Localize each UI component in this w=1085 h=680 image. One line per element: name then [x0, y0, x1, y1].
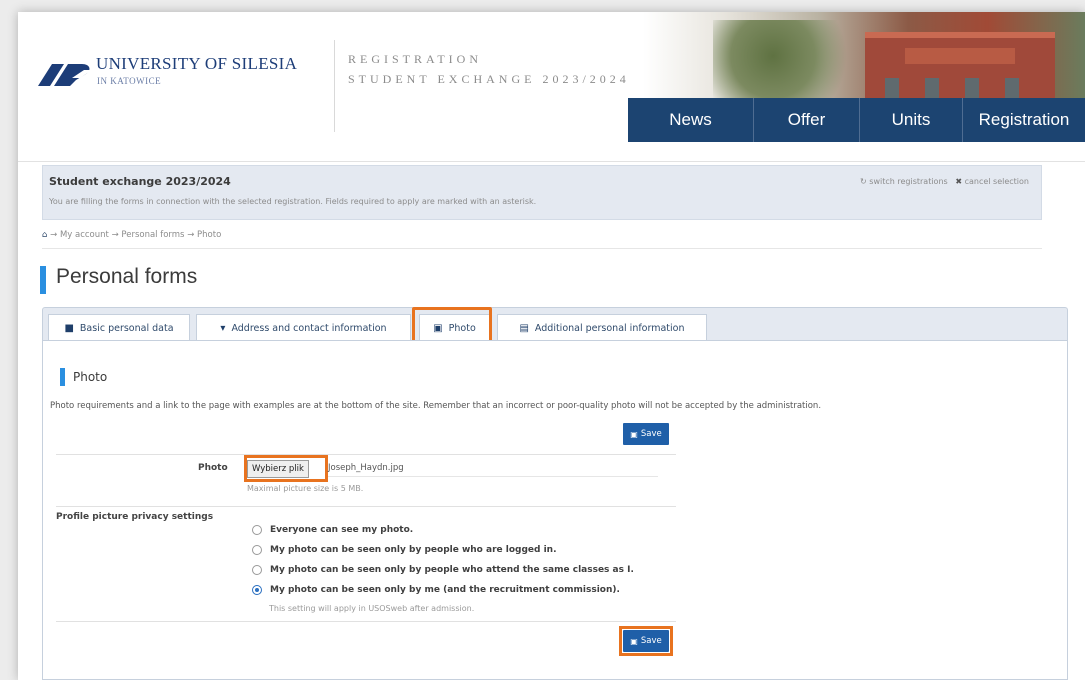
privacy-option-label: My photo can be seen only by people who …: [270, 565, 634, 575]
switch-registrations-link[interactable]: switch registrations: [869, 177, 947, 186]
selected-file-name: Joseph_Haydn.jpg: [328, 463, 404, 473]
privacy-option-label: My photo can be seen only by me (and the…: [270, 585, 620, 595]
photo-size-hint: Maximal picture size is 5 MB.: [247, 484, 364, 493]
breadcrumb-divider: [42, 248, 1042, 249]
breadcrumb-my-account[interactable]: My account: [60, 230, 109, 240]
privacy-option-label: My photo can be seen only by people who …: [270, 545, 557, 555]
main-nav: News Offer Units Registration: [628, 98, 1085, 142]
breadcrumb-personal-forms[interactable]: Personal forms: [121, 230, 184, 240]
close-icon[interactable]: ✖: [955, 177, 962, 186]
choose-file-button[interactable]: Wybierz plik: [247, 460, 309, 478]
university-name: UNIVERSITY OF SILESIA: [96, 54, 298, 73]
registration-subtitle: STUDENT EXCHANGE 2023/2024: [348, 72, 630, 86]
privacy-option-same-classes[interactable]: My photo can be seen only by people who …: [252, 565, 634, 575]
header-banner-image: [643, 12, 1085, 110]
floppy-disk-icon: ▣: [630, 636, 638, 646]
row-divider: [56, 621, 676, 622]
privacy-option-logged-in[interactable]: My photo can be seen only by people who …: [252, 545, 556, 555]
tab-bar: ■ Basic personal data ▾ Address and cont…: [42, 307, 1068, 341]
university-logo[interactable]: [34, 56, 98, 92]
registration-description: You are filling the forms in connection …: [49, 197, 537, 206]
tab-label: Photo: [448, 322, 476, 334]
tab-label: Basic personal data: [79, 322, 174, 334]
home-icon[interactable]: ⌂: [42, 230, 47, 240]
row-divider: [56, 454, 676, 455]
registration-actions: ↻ switch registrations ✖ cancel selectio…: [860, 177, 1029, 186]
nav-news[interactable]: News: [628, 98, 754, 142]
registration-name: Student exchange 2023/2024: [49, 175, 231, 188]
save-label: Save: [640, 429, 662, 439]
registration-info-box: Student exchange 2023/2024 You are filli…: [42, 165, 1042, 220]
photo-field-label: Photo: [198, 463, 228, 473]
tab-additional-personal-information[interactable]: ▤ Additional personal information: [497, 314, 707, 341]
radio-button[interactable]: [252, 565, 262, 575]
site-header: UNIVERSITY OF SILESIA IN KATOWICE REGIST…: [18, 12, 1085, 162]
breadcrumb-photo: Photo: [197, 230, 222, 240]
tab-address-contact[interactable]: ▾ Address and contact information: [196, 314, 411, 341]
floppy-disk-icon: ▣: [630, 429, 638, 439]
save-label: Save: [640, 636, 662, 646]
save-button-top[interactable]: ▣ Save: [623, 423, 669, 445]
tab-label: Address and contact information: [231, 322, 387, 334]
tab-label: Additional personal information: [534, 322, 685, 334]
form-panel: [42, 340, 1068, 680]
privacy-settings-label: Profile picture privacy settings: [56, 512, 214, 522]
page-title-accent: [40, 266, 46, 294]
header-divider: [334, 40, 335, 132]
cancel-selection-link[interactable]: cancel selection: [965, 177, 1029, 186]
camera-icon: ▣: [433, 322, 443, 334]
breadcrumb: ⌂ → My account → Personal forms → Photo: [42, 230, 222, 240]
privacy-option-only-me[interactable]: My photo can be seen only by me (and the…: [252, 585, 620, 595]
id-card-icon: ▤: [519, 322, 529, 334]
user-icon: ■: [64, 322, 74, 334]
privacy-option-everyone[interactable]: Everyone can see my photo.: [252, 525, 413, 535]
nav-registration[interactable]: Registration: [963, 98, 1085, 142]
section-title: Photo: [73, 370, 108, 384]
page-title: Personal forms: [56, 265, 198, 288]
privacy-option-label: Everyone can see my photo.: [270, 525, 414, 535]
section-title-accent: [60, 368, 65, 386]
row-divider: [56, 506, 676, 507]
radio-button[interactable]: [252, 545, 262, 555]
nav-units[interactable]: Units: [860, 98, 963, 142]
refresh-icon[interactable]: ↻: [860, 177, 867, 186]
registration-title: REGISTRATION: [348, 52, 482, 66]
map-marker-icon: ▾: [220, 322, 226, 334]
file-field-underline: [328, 476, 658, 477]
browser-page: UNIVERSITY OF SILESIA IN KATOWICE REGIST…: [18, 12, 1085, 680]
radio-button-selected[interactable]: [252, 585, 262, 595]
radio-button[interactable]: [252, 525, 262, 535]
nav-offer[interactable]: Offer: [754, 98, 860, 142]
section-description: Photo requirements and a link to the pag…: [50, 401, 822, 411]
university-location: IN KATOWICE: [97, 76, 162, 86]
privacy-hint: This setting will apply in USOSweb after…: [269, 604, 475, 613]
save-button-bottom[interactable]: ▣ Save: [623, 630, 669, 652]
tab-basic-personal-data[interactable]: ■ Basic personal data: [48, 314, 190, 341]
tab-photo[interactable]: ▣ Photo: [419, 314, 490, 341]
